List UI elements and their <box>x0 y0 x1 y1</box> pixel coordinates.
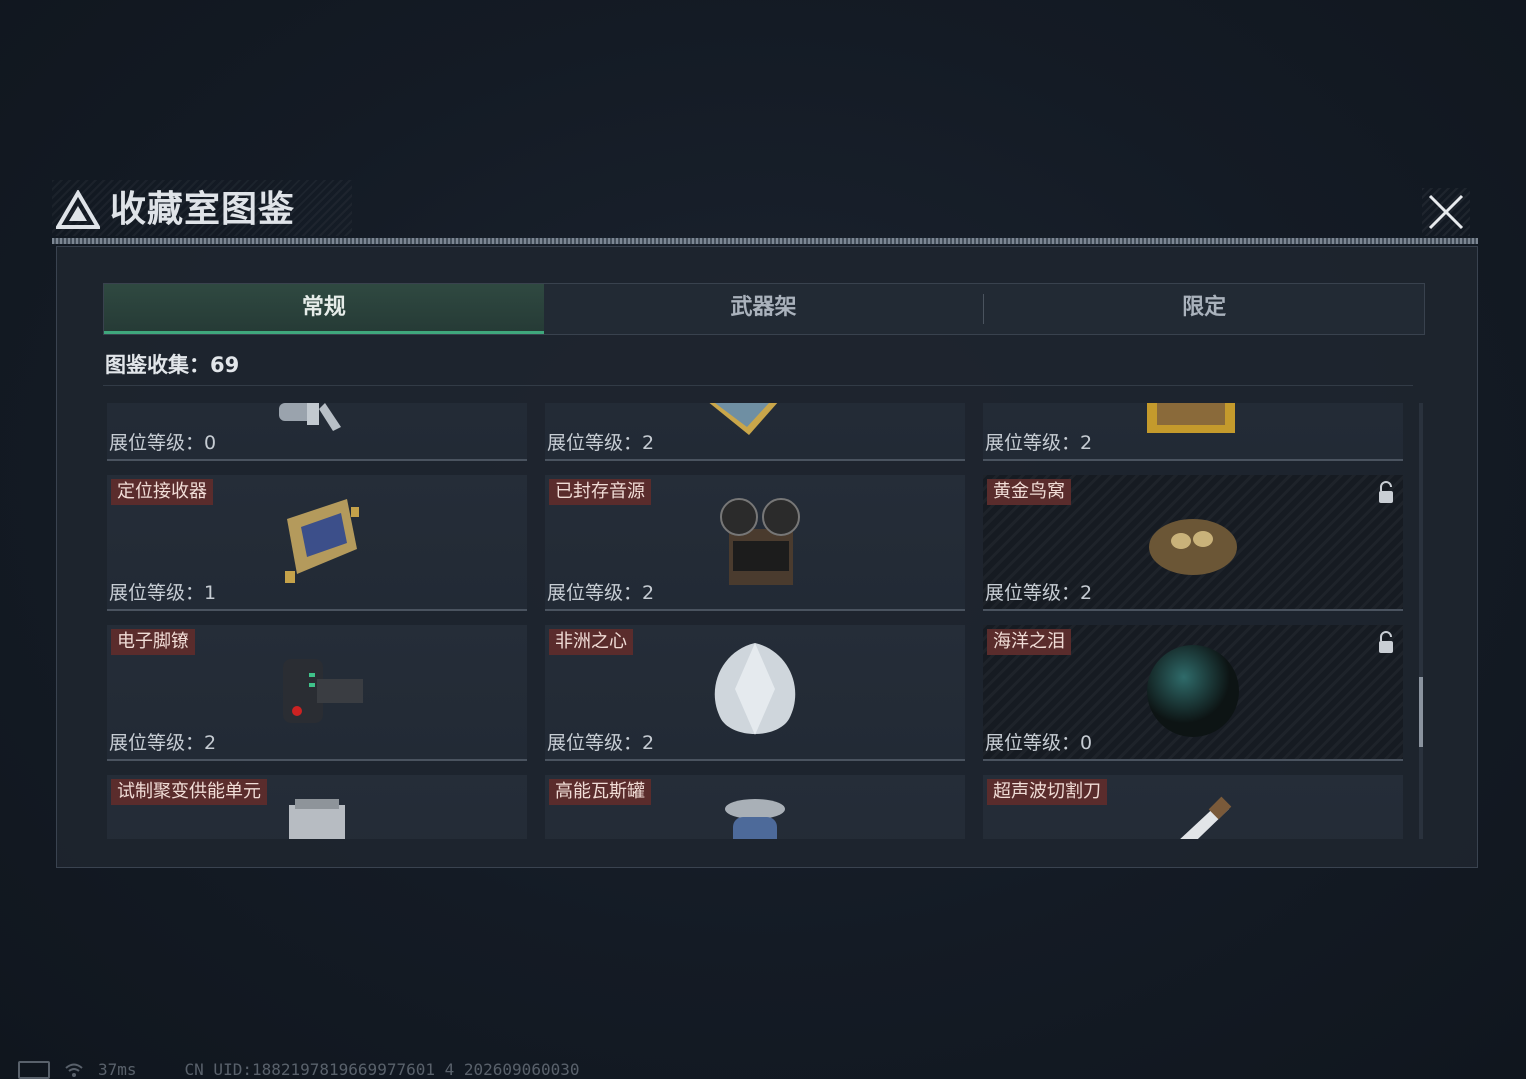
diamond-icon <box>714 643 796 735</box>
card-level: 展位等级：2 <box>547 582 655 604</box>
card-level: 展位等级：2 <box>109 732 217 754</box>
collection-card[interactable]: 展位等级：0 <box>107 403 527 461</box>
battery-icon <box>18 1060 50 1079</box>
lock-icon <box>1379 631 1393 653</box>
ankle-monitor-icon <box>283 659 363 723</box>
collection-panel: 常规 武器架 限定 图鉴收集：69 展位等级：0 展位等级：2 展位等级：2 定… <box>56 246 1478 868</box>
ping-value: 37ms <box>98 1060 137 1079</box>
fusion-cell-icon <box>289 799 345 839</box>
card-level: 展位等级：0 <box>109 432 217 454</box>
card-name: 黄金鸟窝 <box>987 479 1071 505</box>
receiver-device-icon <box>285 499 359 583</box>
collection-card[interactable]: 黄金鸟窝 展位等级：2 <box>983 475 1403 611</box>
scrollbar[interactable] <box>1419 403 1423 839</box>
tab-regular[interactable]: 常规 <box>104 284 544 334</box>
card-level: 展位等级：2 <box>547 432 655 454</box>
close-icon[interactable] <box>1422 188 1470 236</box>
collection-card[interactable]: 展位等级：2 <box>983 403 1403 461</box>
card-name: 高能瓦斯罐 <box>549 779 651 805</box>
collection-card[interactable]: 展位等级：2 <box>545 403 965 461</box>
collection-card[interactable]: 非洲之心 展位等级：2 <box>545 625 965 761</box>
card-name: 试制聚变供能单元 <box>111 779 267 805</box>
status-bar: 37ms CN UID:1882197819669977601 4 202609… <box>18 1060 579 1079</box>
collection-label: 图鉴收集： <box>105 353 210 377</box>
card-level: 展位等级：2 <box>547 732 655 754</box>
collection-card[interactable]: 电子脚镣 展位等级：2 <box>107 625 527 761</box>
title-divider <box>52 238 1478 244</box>
wifi-icon <box>65 1063 83 1077</box>
ultrasonic-cutter-icon <box>1180 796 1232 839</box>
card-name: 超声波切割刀 <box>987 779 1107 805</box>
delta-logo-icon <box>56 190 100 229</box>
collection-card[interactable]: 海洋之泪 展位等级：0 <box>983 625 1403 761</box>
collection-card[interactable]: 定位接收器 展位等级：1 <box>107 475 527 611</box>
card-name: 已封存音源 <box>549 479 651 505</box>
title-bar: 收藏室图鉴 <box>52 180 1478 246</box>
card-level: 展位等级：2 <box>985 582 1093 604</box>
golden-nest-icon <box>1149 519 1237 575</box>
collection-grid[interactable]: 展位等级：0 展位等级：2 展位等级：2 定位接收器 展位等级：1 已封存音源 <box>107 403 1417 839</box>
map-scroll-icon <box>709 403 778 435</box>
card-name: 电子脚镣 <box>111 629 195 655</box>
framed-painting-icon <box>1147 403 1235 433</box>
collection-card[interactable]: 试制聚变供能单元 <box>107 775 527 839</box>
scrollbar-thumb[interactable] <box>1419 677 1423 747</box>
card-level: 展位等级：0 <box>985 732 1093 754</box>
close-button[interactable] <box>1422 188 1470 236</box>
collection-card[interactable]: 已封存音源 展位等级：2 <box>545 475 965 611</box>
card-level: 展位等级：1 <box>109 582 217 604</box>
collection-card[interactable]: 超声波切割刀 <box>983 775 1403 839</box>
lock-icon <box>1379 481 1393 503</box>
collection-value: 69 <box>210 353 240 377</box>
tab-bar: 常规 武器架 限定 <box>103 283 1425 335</box>
gas-canister-icon <box>725 799 785 839</box>
collection-card[interactable]: 高能瓦斯罐 <box>545 775 965 839</box>
tab-weapon-rack[interactable]: 武器架 <box>544 284 984 334</box>
card-level: 展位等级：2 <box>985 432 1093 454</box>
card-name: 海洋之泪 <box>987 629 1071 655</box>
collection-count: 图鉴收集：69 <box>105 349 239 379</box>
tab-limited[interactable]: 限定 <box>984 284 1424 334</box>
black-pearl-icon <box>1147 645 1239 737</box>
user-uid: CN UID:1882197819669977601 4 20260906003… <box>184 1060 580 1079</box>
card-name: 非洲之心 <box>549 629 633 655</box>
page-title: 收藏室图鉴 <box>110 189 296 230</box>
flashlight-icon <box>279 403 341 431</box>
card-name: 定位接收器 <box>111 479 213 505</box>
divider <box>103 385 1413 386</box>
reel-tape-recorder-icon <box>720 498 800 585</box>
